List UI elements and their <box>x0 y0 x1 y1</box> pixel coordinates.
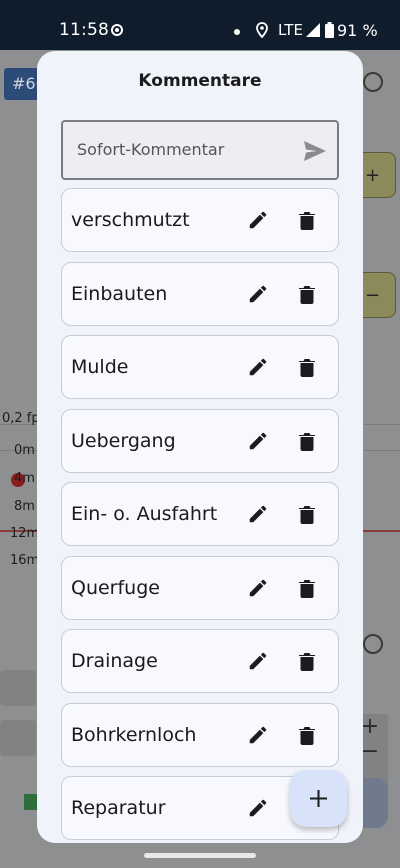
comment-label: Bohrkernloch <box>71 723 197 746</box>
list-item[interactable]: verschmutzt <box>61 188 339 252</box>
locate-icon <box>363 72 383 92</box>
delete-icon[interactable] <box>298 430 316 452</box>
comment-icon <box>0 720 36 756</box>
status-bar: 11:58 LTE 91 % <box>0 0 400 50</box>
comment-label: verschmutzt <box>71 209 190 231</box>
status-time: 11:58 <box>59 20 109 40</box>
delete-icon[interactable] <box>298 577 316 599</box>
battery-icon <box>325 22 334 38</box>
delete-icon[interactable] <box>298 503 316 525</box>
scale-label: 8m <box>14 499 35 514</box>
comment-label: Einbauten <box>71 282 168 305</box>
dialog-title: Kommentare <box>138 71 262 91</box>
list-item[interactable]: Querfuge <box>61 555 339 620</box>
network-type: LTE <box>278 21 303 39</box>
quick-comment-field[interactable] <box>61 120 339 180</box>
comment-label: Uebergang <box>71 429 176 452</box>
edit-icon[interactable] <box>247 283 269 305</box>
delete-icon[interactable] <box>298 650 316 672</box>
scale-label: 16m <box>10 553 40 568</box>
layers-icon <box>0 670 36 706</box>
edit-icon[interactable] <box>247 430 269 452</box>
comment-label: Ein- o. Ausfahrt <box>71 503 218 525</box>
add-comment-button[interactable] <box>290 770 347 827</box>
signal-icon <box>306 23 320 37</box>
comment-list: verschmutzt Einbauten Mulde Uebergang Ei… <box>61 188 339 843</box>
edit-icon[interactable] <box>247 724 269 746</box>
comments-dialog: Kommentare verschmutzt Einbauten Mulde U… <box>37 51 363 843</box>
edit-icon[interactable] <box>247 650 269 672</box>
quick-comment-input[interactable] <box>77 140 287 159</box>
list-item[interactable]: Bohrkernloch <box>61 702 339 767</box>
edit-icon[interactable] <box>247 503 269 525</box>
edit-icon[interactable] <box>247 797 269 819</box>
comment-label: Querfuge <box>71 576 160 599</box>
edit-icon[interactable] <box>247 356 269 378</box>
battery-percent: 91 % <box>337 21 378 40</box>
delete-icon[interactable] <box>298 356 316 378</box>
list-item[interactable]: Ein- o. Ausfahrt <box>61 482 339 546</box>
fps-label: 0,2 fp <box>2 411 40 426</box>
gesture-nav-bar[interactable] <box>144 853 256 858</box>
scale-label: 0m <box>14 443 35 458</box>
locate-icon <box>363 634 383 654</box>
plus-icon <box>310 790 327 807</box>
comment-label: Drainage <box>71 650 158 672</box>
list-item[interactable]: Uebergang <box>61 408 339 473</box>
scale-label: 12m <box>10 526 40 541</box>
comment-label: Mulde <box>71 356 129 378</box>
notification-dot-icon <box>234 29 240 35</box>
delete-icon[interactable] <box>298 283 316 305</box>
edit-icon[interactable] <box>247 209 269 231</box>
delete-icon[interactable] <box>298 724 316 746</box>
edit-icon[interactable] <box>247 577 269 599</box>
list-item[interactable]: Drainage <box>61 629 339 693</box>
list-item[interactable]: Einbauten <box>61 261 339 326</box>
settings-notification-icon <box>111 24 123 36</box>
location-icon <box>256 22 268 38</box>
comment-label: Reparatur <box>71 797 166 819</box>
delete-icon[interactable] <box>298 209 316 231</box>
send-icon[interactable] <box>303 140 327 162</box>
list-item[interactable]: Mulde <box>61 335 339 399</box>
scale-label: 4m <box>14 471 35 486</box>
